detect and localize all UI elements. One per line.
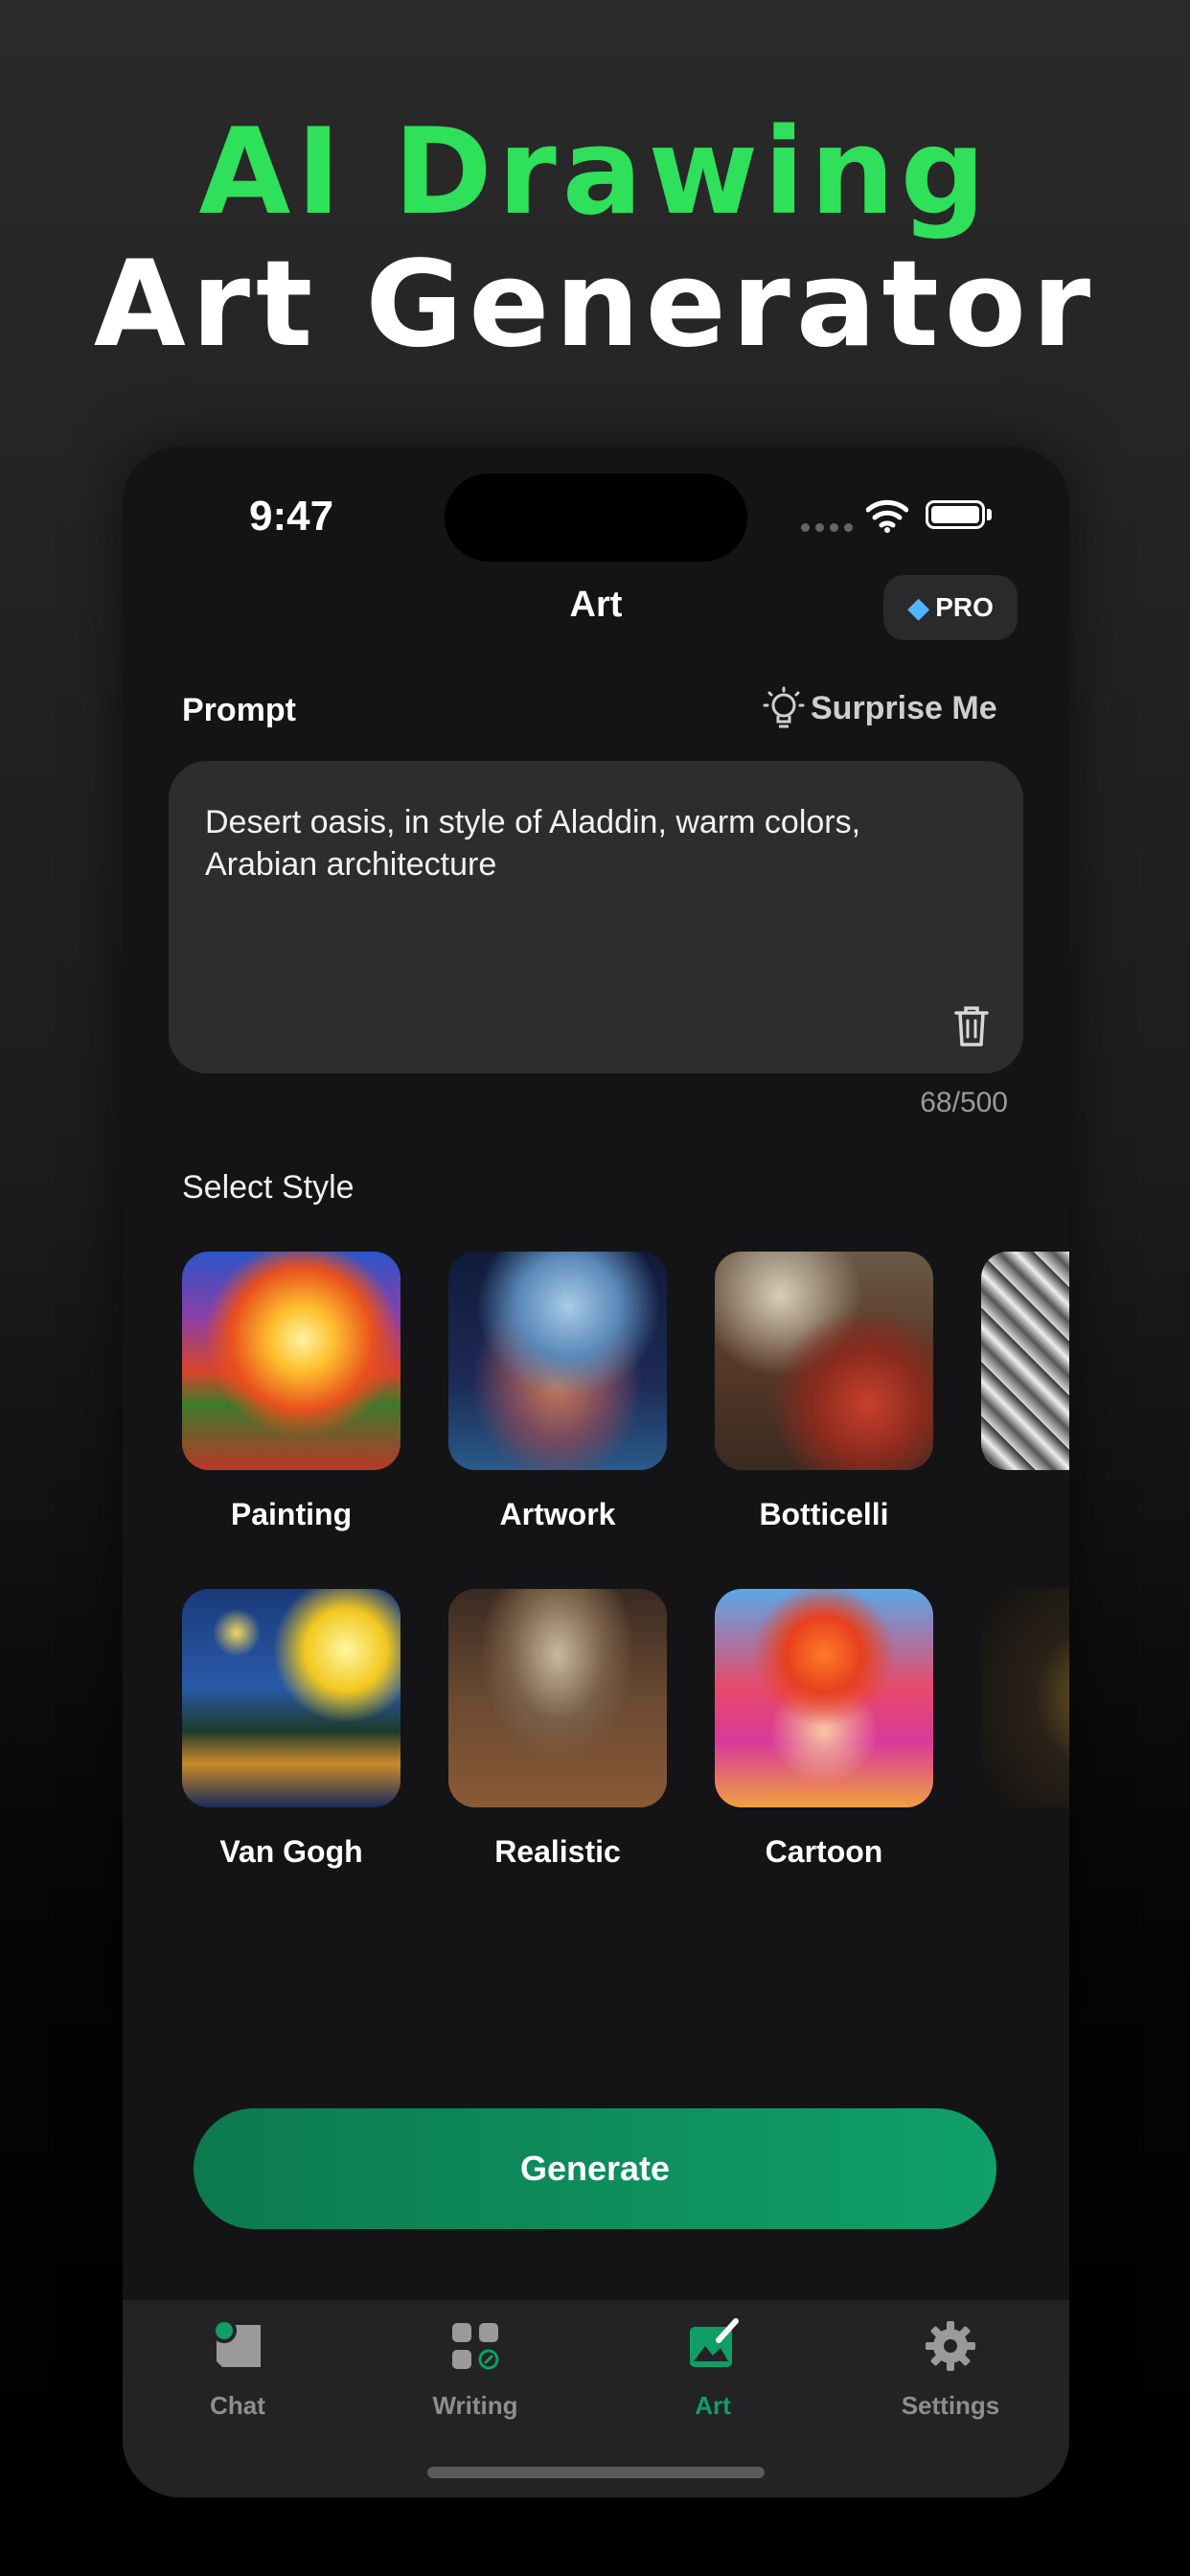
prompt-text[interactable]: Desert oasis, in style of Aladdin, warm … bbox=[205, 801, 972, 886]
trash-icon[interactable] bbox=[952, 1004, 991, 1048]
realistic-thumbnail bbox=[448, 1589, 667, 1807]
style-tile-artwork[interactable]: Artwork bbox=[448, 1252, 667, 1532]
promo-headline-line2: Art Generator bbox=[93, 236, 1097, 374]
tab-settings[interactable]: Settings bbox=[864, 2317, 1037, 2421]
style-name: Painting bbox=[230, 1497, 353, 1531]
prompt-label: Prompt bbox=[182, 692, 296, 728]
writing-icon bbox=[452, 2323, 499, 2370]
style-tile-cartoon[interactable]: Cartoon bbox=[715, 1589, 933, 1870]
tab-label: Writing bbox=[432, 2391, 518, 2420]
pro-label: PRO bbox=[935, 592, 994, 622]
prompt-input[interactable]: Desert oasis, in style of Aladdin, warm … bbox=[169, 761, 1023, 1073]
style-row-1: Painting Artwork Botticelli bbox=[182, 1252, 1069, 1558]
van-gogh-thumbnail bbox=[182, 1589, 400, 1807]
character-counter: 68/500 bbox=[920, 1087, 1008, 1118]
diamond-icon: ◆ bbox=[907, 591, 930, 624]
style-name: Botticelli bbox=[759, 1497, 889, 1531]
botticelli-thumbnail bbox=[715, 1252, 933, 1470]
battery-tip bbox=[987, 509, 992, 520]
style-name: Van Gogh bbox=[219, 1834, 363, 1869]
tab-chat[interactable]: Chat bbox=[151, 2317, 324, 2421]
tab-writing[interactable]: Writing bbox=[389, 2317, 561, 2421]
dynamic-island bbox=[445, 473, 747, 562]
style-tile-painting[interactable]: Painting bbox=[182, 1252, 400, 1532]
pro-button[interactable]: ◆ PRO bbox=[883, 575, 1018, 640]
painting-thumbnail bbox=[182, 1252, 400, 1470]
select-style-label: Select Style bbox=[182, 1169, 355, 1206]
chat-icon bbox=[212, 2318, 261, 2367]
style-tile-realistic[interactable]: Realistic bbox=[448, 1589, 667, 1870]
home-indicator bbox=[427, 2467, 765, 2478]
gear-icon bbox=[926, 2321, 975, 2371]
style-tile-van-gogh[interactable]: Van Gogh bbox=[182, 1589, 400, 1870]
style-row-2: Van Gogh Realistic Cartoon bbox=[182, 1589, 1069, 1896]
wifi-icon bbox=[866, 499, 908, 533]
surprise-me-label: Surprise Me bbox=[811, 689, 997, 726]
tab-label: Art bbox=[695, 2391, 731, 2420]
style-tile-partial[interactable] bbox=[981, 1252, 1069, 1470]
lightbulb-icon bbox=[763, 686, 805, 728]
cartoon-thumbnail bbox=[715, 1589, 933, 1807]
style-name: Realistic bbox=[494, 1834, 621, 1869]
style-name: Artwork bbox=[499, 1497, 616, 1531]
surprise-me-button[interactable]: Surprise Me bbox=[763, 686, 997, 730]
artwork-thumbnail bbox=[448, 1252, 667, 1470]
promo-headline-line1: AI Drawing bbox=[198, 104, 992, 242]
battery-icon bbox=[926, 500, 985, 529]
tab-label: Chat bbox=[210, 2391, 265, 2420]
status-time: 9:47 bbox=[249, 493, 334, 540]
tab-label: Settings bbox=[901, 2391, 1000, 2420]
generate-button[interactable]: Generate bbox=[194, 2108, 996, 2229]
tab-bar: Chat Writing Art Settings bbox=[123, 2300, 1069, 2497]
dark-thumbnail bbox=[981, 1589, 1069, 1807]
style-name: Cartoon bbox=[765, 1834, 883, 1869]
style-tile-partial-2[interactable] bbox=[981, 1589, 1069, 1807]
style-tile-botticelli[interactable]: Botticelli bbox=[715, 1252, 933, 1532]
monochrome-thumbnail bbox=[981, 1252, 1069, 1470]
phone-frame: 9:47 Art ◆ PRO Prompt Surprise Me Desert… bbox=[123, 447, 1069, 2497]
signal-icon bbox=[801, 523, 853, 532]
tab-art[interactable]: Art bbox=[627, 2317, 799, 2421]
art-icon bbox=[690, 2318, 739, 2367]
